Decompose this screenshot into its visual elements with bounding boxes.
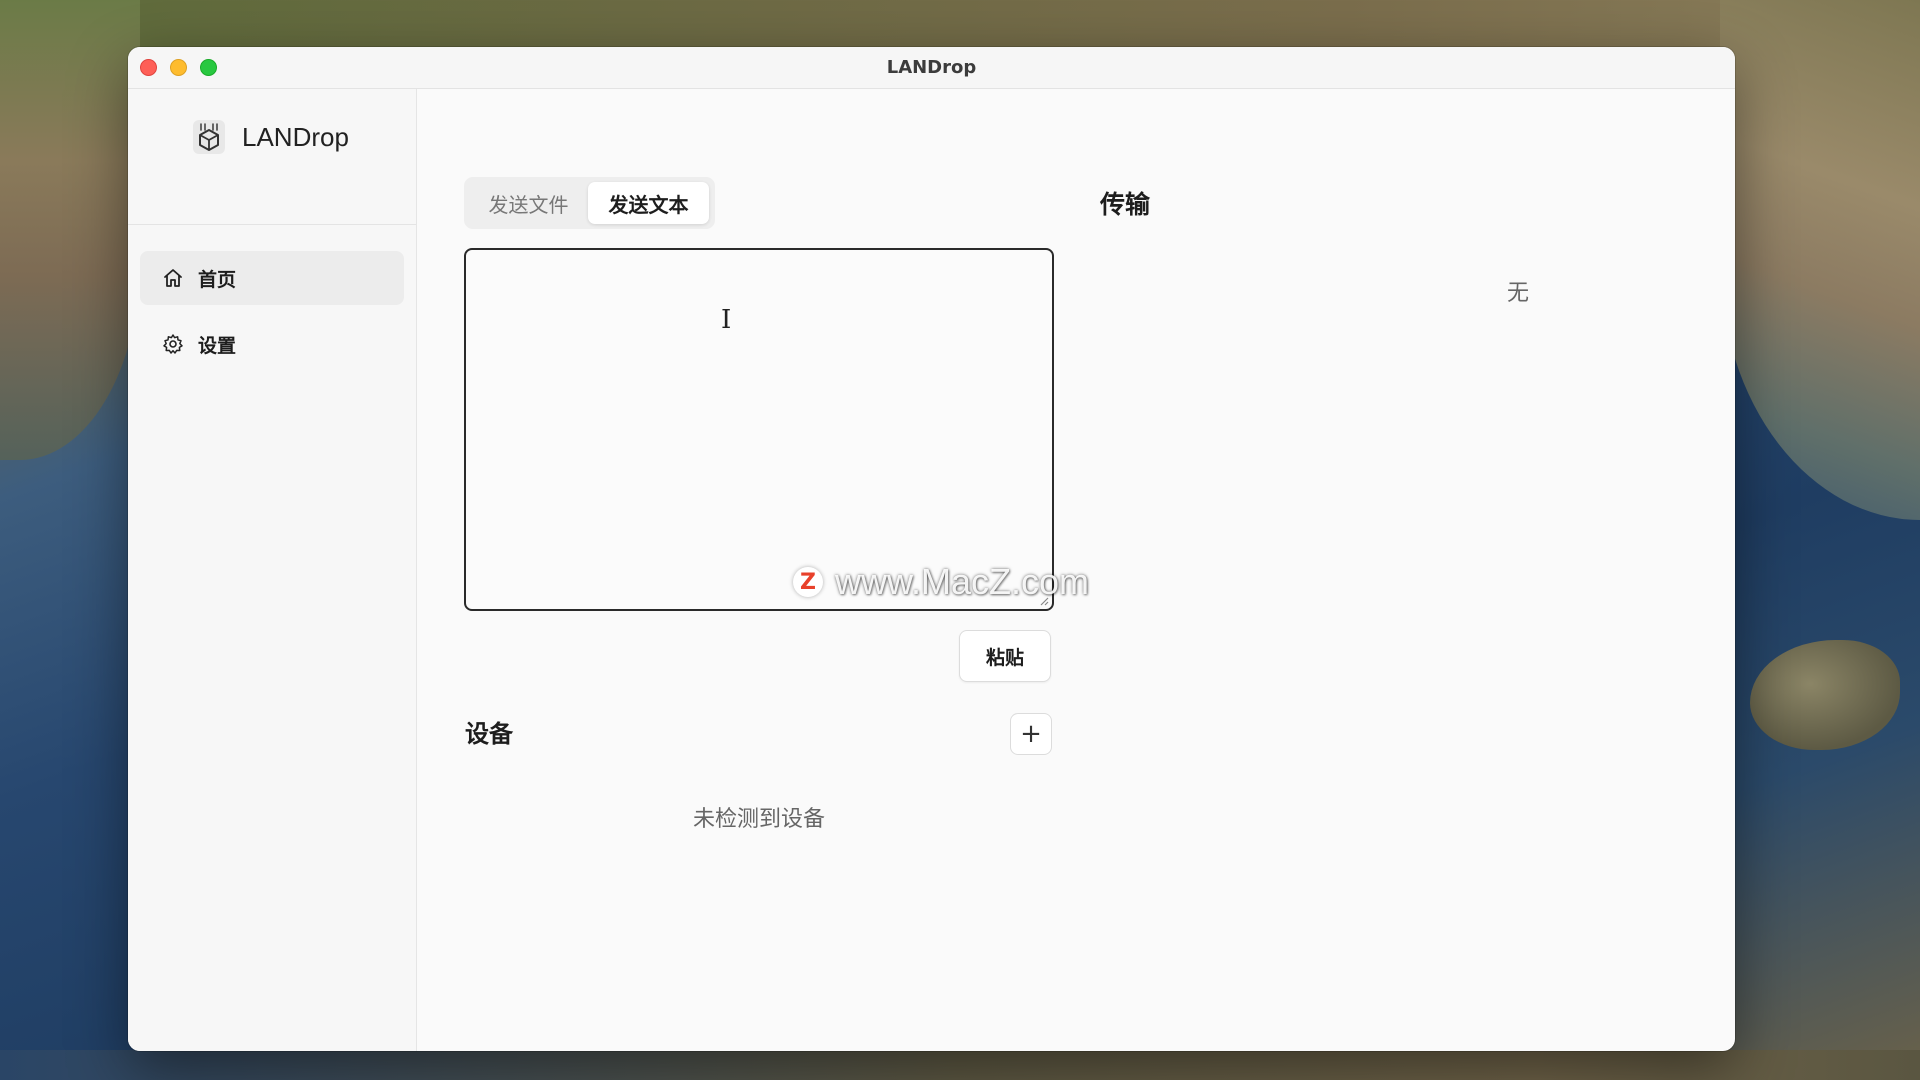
tab-send-file[interactable]: 发送文件 [469,182,588,224]
transfer-empty-message: 无 [1507,281,1530,306]
sidebar-item-settings[interactable]: 设置 [140,317,404,371]
watermark-badge: Z [793,567,823,597]
app-logo-icon [193,120,225,154]
sidebar-item-label: 首页 [198,268,237,291]
add-device-button[interactable]: + [1010,713,1052,755]
watermark: Z www.MacZ.com [793,561,1089,603]
watermark-text: www.MacZ.com [835,561,1090,602]
desktop-wallpaper-land-right [1720,0,1920,520]
desktop-wallpaper-rock [1750,640,1900,750]
transfer-heading: 传输 [1100,190,1151,219]
send-text-input[interactable]: Ι [464,248,1054,611]
desktop-wallpaper-bottom [0,1050,1920,1080]
app-brand: LANDrop [192,119,349,155]
tab-send-text[interactable]: 发送文本 [588,182,709,224]
no-devices-message: 未检测到设备 [692,807,825,832]
window-title: LANDrop [886,57,977,78]
desktop-wallpaper-land-left [0,0,140,460]
title-bar: LANDrop [128,47,1735,89]
main-content: 发送文件 发送文本 Ι Z www.MacZ.com 粘贴 设备 + 未检测到设… [417,89,1735,1051]
devices-heading: 设备 [465,720,513,748]
gear-icon [162,333,184,355]
sidebar-divider [128,224,416,225]
sidebar: LANDrop 首页 设置 [128,89,417,1051]
home-icon [162,267,184,289]
sidebar-item-home[interactable]: 首页 [140,251,404,305]
send-mode-tabs: 发送文件 发送文本 [464,177,715,229]
text-cursor-icon: Ι [721,305,732,335]
app-window: LANDrop LANDrop 首页 设置 发送文件 发送文本 Ι Z www.… [128,47,1735,1051]
sidebar-item-label: 设置 [198,334,237,357]
desktop-wallpaper-top [0,0,1920,50]
paste-button[interactable]: 粘贴 [959,630,1051,682]
brand-name: LANDrop [242,121,349,152]
